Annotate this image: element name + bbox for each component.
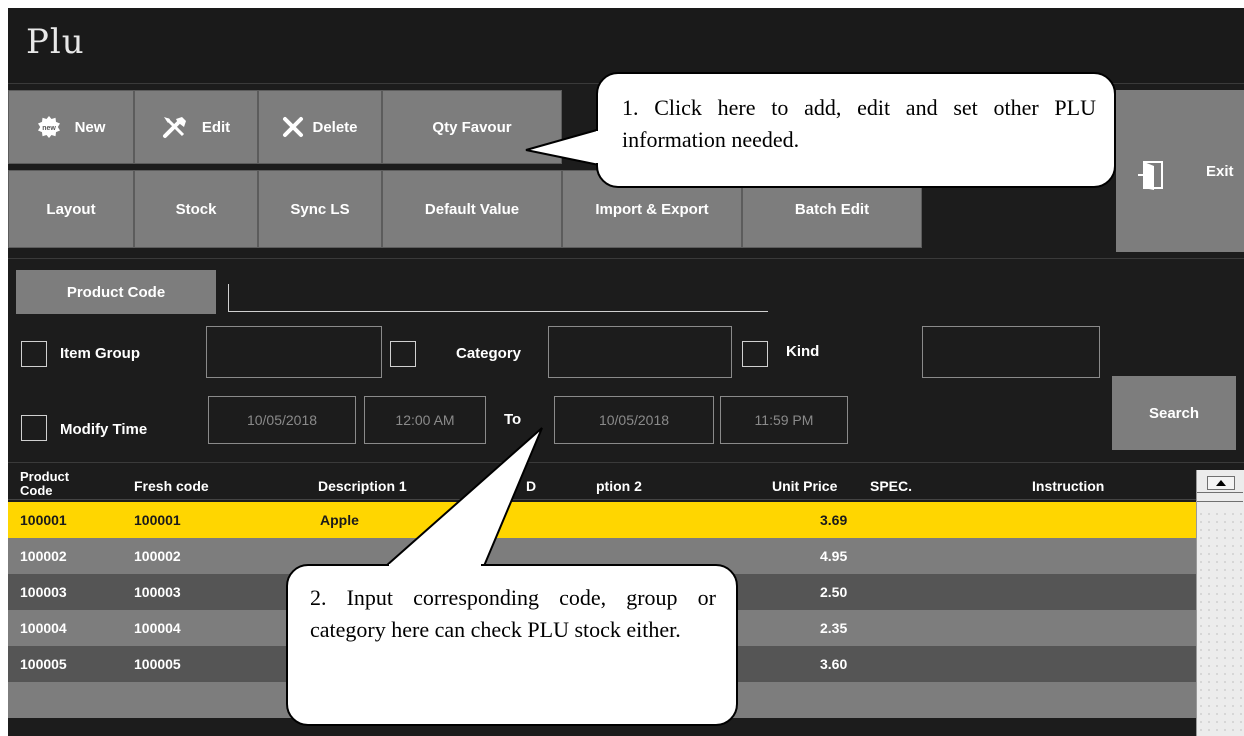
callout-pointer-joins <box>389 131 600 568</box>
